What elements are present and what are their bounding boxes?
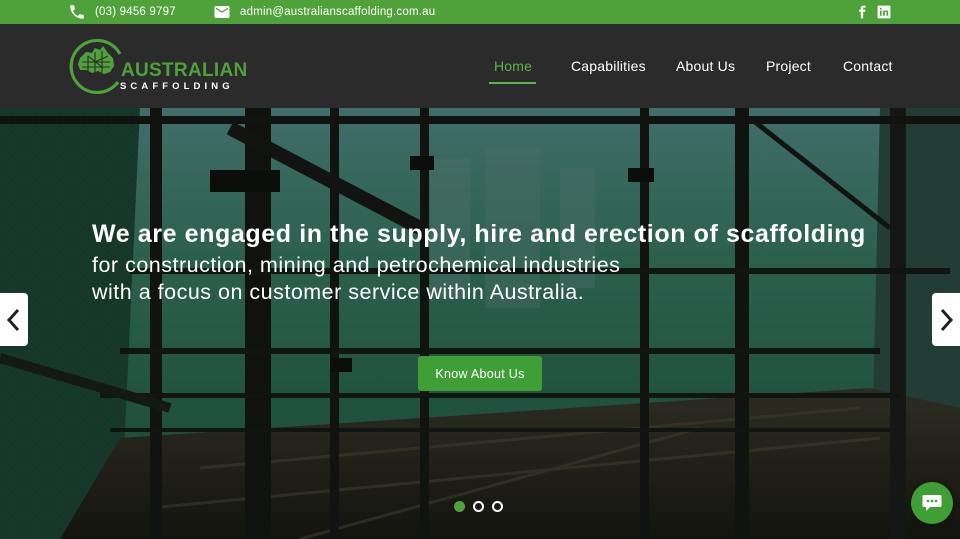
- facebook-link[interactable]: [855, 0, 869, 24]
- phone-number[interactable]: (03) 9456 9797: [95, 6, 176, 18]
- nav-home[interactable]: Home: [494, 24, 532, 108]
- chevron-right-icon: [940, 308, 953, 331]
- site-logo[interactable]: AUSTRALIAN SCAFFOLDING: [68, 36, 247, 96]
- top-contact-bar: (03) 9456 9797 admin@australianscaffoldi…: [0, 0, 960, 24]
- australia-globe-icon: [69, 38, 122, 95]
- nav-capabilities[interactable]: Capabilities: [571, 24, 646, 108]
- email-contact[interactable]: admin@australianscaffolding.com.au: [213, 0, 435, 24]
- nav-active-indicator: [489, 82, 536, 84]
- facebook-icon[interactable]: [855, 5, 869, 19]
- slide-dot-1[interactable]: [454, 501, 465, 512]
- linkedin-link[interactable]: [877, 0, 891, 24]
- email-address[interactable]: admin@australianscaffolding.com.au: [240, 6, 435, 18]
- chevron-left-icon: [7, 308, 20, 331]
- hero-slider: We are engaged in the supply, hire and e…: [0, 108, 960, 539]
- hero-subline-2: with a focus on customer service within …: [92, 280, 585, 304]
- phone-icon: [70, 5, 84, 19]
- nav-project[interactable]: Project: [766, 24, 811, 108]
- hero-subline-1: for construction, mining and petrochemic…: [92, 253, 621, 277]
- next-slide-button[interactable]: [932, 293, 960, 346]
- mail-icon: [214, 6, 230, 18]
- slide-dot-2[interactable]: [473, 501, 484, 512]
- nav-contact[interactable]: Contact: [843, 24, 893, 108]
- know-about-us-button[interactable]: Know About Us: [418, 356, 542, 391]
- slide-dot-3[interactable]: [492, 501, 503, 512]
- hero-overlay: [0, 108, 960, 539]
- hero-headline: We are engaged in the supply, hire and e…: [92, 220, 866, 248]
- brand-tagline: SCAFFOLDING: [120, 81, 234, 92]
- slide-indicators: [454, 501, 503, 513]
- brand-name: AUSTRALIAN: [121, 60, 248, 81]
- linkedin-icon[interactable]: [877, 5, 891, 19]
- chat-widget-button[interactable]: [911, 482, 953, 524]
- nav-about-us[interactable]: About Us: [676, 24, 735, 108]
- phone-contact[interactable]: (03) 9456 9797: [68, 0, 176, 24]
- site-header: AUSTRALIAN SCAFFOLDING Home Capabilities…: [0, 24, 960, 108]
- chat-bubble-icon: [922, 495, 942, 511]
- prev-slide-button[interactable]: [0, 293, 28, 346]
